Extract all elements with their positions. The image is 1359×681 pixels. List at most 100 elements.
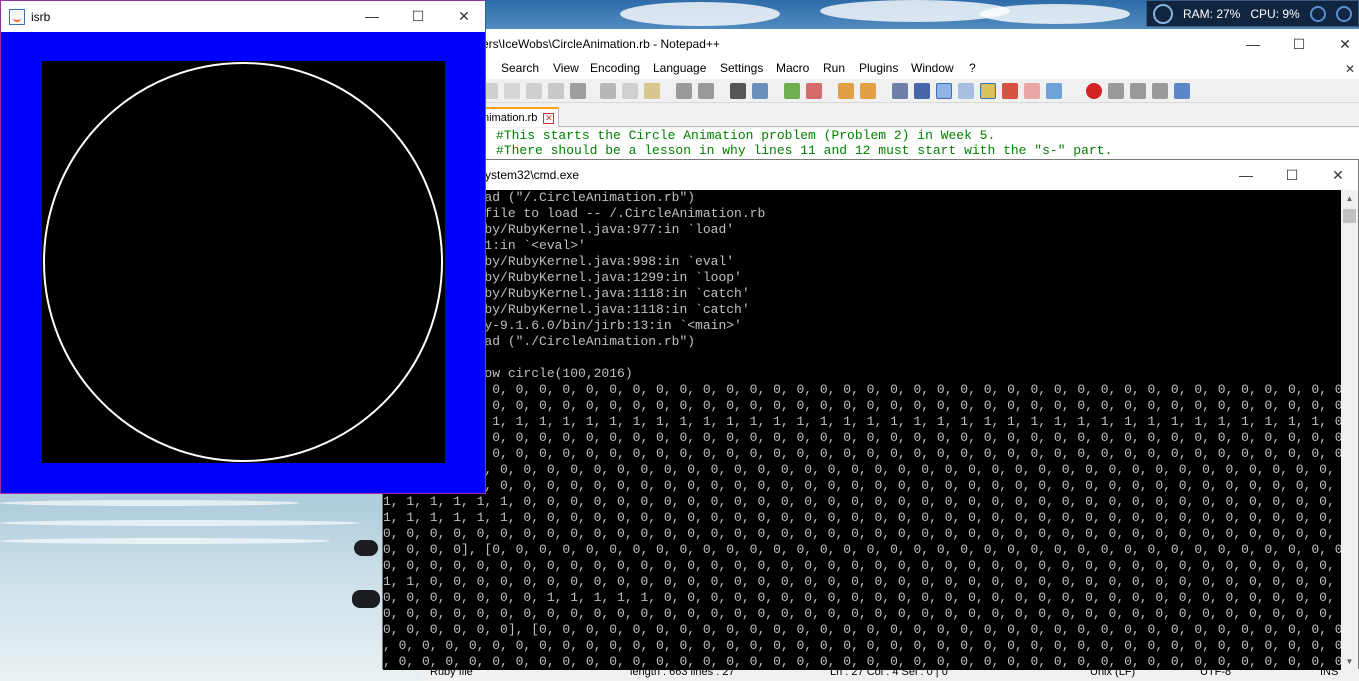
- menu-window[interactable]: Window: [911, 61, 954, 75]
- meter-settings-icon[interactable]: [1309, 5, 1326, 22]
- drawing-canvas: [42, 61, 445, 463]
- folder-workspace-icon[interactable]: [1002, 83, 1018, 99]
- console-line: (isrb):1:in `<eval>': [430, 238, 586, 253]
- isrb-maximize-icon[interactable]: ☐: [395, 1, 441, 31]
- tab-close-icon[interactable]: ✕: [543, 112, 555, 124]
- console-line: org/jruby/RubyKernel.java:998:in `eval': [383, 254, 735, 269]
- zoom-in-icon[interactable]: [784, 83, 800, 99]
- save-macro-icon[interactable]: [1174, 83, 1190, 99]
- menu-settings[interactable]: Settings: [720, 61, 763, 75]
- isrb-minimize-icon[interactable]: —: [349, 1, 395, 31]
- sync-vertical-icon[interactable]: [838, 83, 854, 99]
- document-map-icon[interactable]: [958, 83, 974, 99]
- monitor-icon[interactable]: [1046, 83, 1062, 99]
- word-wrap-icon[interactable]: [892, 83, 908, 99]
- wallpaper-wave: [0, 500, 300, 506]
- npp-toolbar: [420, 79, 1359, 103]
- paste-icon[interactable]: [644, 83, 660, 99]
- isrb-window[interactable]: isrb — ☐ ✕: [0, 0, 486, 494]
- show-all-chars-icon[interactable]: [914, 83, 930, 99]
- menu-plugins[interactable]: Plugins: [859, 61, 898, 75]
- wallpaper-figure: [354, 540, 378, 556]
- copy-icon[interactable]: [622, 83, 638, 99]
- play-macro-icon[interactable]: [1130, 83, 1146, 99]
- menu-view[interactable]: View: [553, 61, 579, 75]
- npp-title: ers\IceWobs\CircleAnimation.rb - Notepad…: [482, 37, 720, 51]
- console-line: 2:0> load ("./CircleAnimation.rb"): [383, 334, 696, 349]
- console-line: 0, 0, 0, 0, 0, 0, 0, 0, 0, 0, 0, 0, 0, 0…: [383, 478, 1341, 493]
- menu-encoding[interactable]: Encoding: [590, 61, 640, 75]
- console-line: 0, 0, 0, 0, 0, 0, 0, 1, 1, 1, 1, 1, 0, 0…: [383, 590, 1335, 605]
- undo-icon[interactable]: [676, 83, 692, 99]
- console-scrollbar[interactable]: ▲ ▼: [1341, 190, 1358, 670]
- console-line: , 0, 0, 0, 0, 0, 0, 0, 0, 0, 0, 0, 0, 0,…: [383, 638, 1341, 653]
- print-icon[interactable]: [570, 83, 586, 99]
- npp-minimize-icon[interactable]: —: [1230, 29, 1276, 59]
- console-line: org/jruby/RubyKernel.java:1118:in `catch…: [383, 302, 750, 317]
- java-icon: [9, 9, 25, 25]
- code-line: #This starts the Circle Animation proble…: [496, 128, 996, 143]
- cmd-minimize-icon[interactable]: —: [1223, 160, 1269, 190]
- indent-guide-icon[interactable]: [936, 83, 952, 99]
- console-line: 1, 1, 1, 1, 1, 1, 0, 0, 0, 0, 0, 0, 0, 0…: [383, 510, 1335, 525]
- console-line: 0, 0, 0, 0, 0, 0, 0, 0, 0, 0, 0, 0, 0, 0…: [383, 606, 1335, 621]
- console-line: C:/jruby-9.1.6.0/bin/jirb:13:in `<main>': [383, 318, 742, 333]
- close-all-icon[interactable]: [504, 83, 520, 99]
- folder-icon[interactable]: [1024, 83, 1040, 99]
- cut-icon[interactable]: [600, 83, 616, 99]
- wallpaper-figure: [352, 590, 380, 608]
- scroll-down-icon[interactable]: ▼: [1341, 653, 1358, 670]
- isrb-close-icon[interactable]: ✕: [441, 1, 487, 31]
- menu-run[interactable]: Run: [823, 61, 845, 75]
- console-line: org/jruby/RubyKernel.java:1118:in `catch…: [383, 286, 750, 301]
- console-line: 0, 0, 0, 0, 0, 0, 0, 0, 0, 0, 0, 0, 0, 0…: [383, 430, 1341, 445]
- menu-help[interactable]: ?: [969, 61, 976, 75]
- tab-circleanimation[interactable]: nimation.rb ✕: [482, 107, 560, 127]
- close-icon[interactable]: [548, 83, 564, 99]
- meter-power-icon[interactable]: [1335, 5, 1352, 22]
- cmd-titlebar[interactable]: ystem32\cmd.exe — ☐ ✕: [383, 160, 1358, 190]
- npp-titlebar[interactable]: ers\IceWobs\CircleAnimation.rb - Notepad…: [420, 29, 1359, 59]
- sync-horizontal-icon[interactable]: [860, 83, 876, 99]
- console-line: 0, 0, 0, 0, 0, 0, 0, 0, 0, 0, 0, 0, 0, 0…: [383, 446, 1341, 461]
- cpu-readout: CPU: 9%: [1250, 6, 1300, 21]
- npp-editor[interactable]: #This starts the Circle Animation proble…: [482, 128, 1359, 160]
- function-list-icon[interactable]: [980, 83, 996, 99]
- console-line: 3:0> show circle(100,2016): [383, 366, 633, 381]
- npp-close-document-icon[interactable]: ✕: [1345, 62, 1355, 76]
- console-output[interactable]: 1:0> load ("/.CircleAnimation.rb") o suc…: [383, 190, 1341, 670]
- redo-icon[interactable]: [698, 83, 714, 99]
- stop-macro-icon[interactable]: [1108, 83, 1124, 99]
- cmd-window[interactable]: ystem32\cmd.exe — ☐ ✕ 1:0> load ("/.Circ…: [382, 159, 1359, 670]
- replace-icon[interactable]: [752, 83, 768, 99]
- console-line: 0, 0, 0, 0, 0, 0, 0, 0, 0, 0, 0, 0, 0, 0…: [383, 398, 1341, 413]
- zoom-out-icon[interactable]: [806, 83, 822, 99]
- tab-label: nimation.rb: [483, 112, 538, 124]
- menu-search[interactable]: Search: [501, 61, 539, 75]
- scroll-thumb[interactable]: [1343, 209, 1356, 223]
- run-macro-multiple-icon[interactable]: [1152, 83, 1168, 99]
- circle-drawing: [43, 62, 443, 462]
- cmd-close-icon[interactable]: ✕: [1315, 160, 1359, 190]
- resource-meter[interactable]: RAM: 27% CPU: 9%: [1146, 0, 1359, 27]
- menu-language[interactable]: Language: [653, 61, 706, 75]
- isrb-titlebar[interactable]: isrb — ☐ ✕: [1, 1, 485, 32]
- console-line: 1, 1, 1, 1, 1, 1, 1, 1, 1, 1, 1, 1, 1, 1…: [383, 414, 1341, 429]
- console-line: 0, 0, 0, 0, 0, 0, 0, 0, 0, 0, 0, 0, 0, 0…: [383, 382, 1341, 397]
- console-line: o such file to load -- /.CircleAnimation…: [383, 206, 766, 221]
- scroll-up-icon[interactable]: ▲: [1341, 190, 1358, 207]
- console-line: , 0, 0, 0, 0, 0, 0, 0, 0, 0, 0, 0, 0, 0,…: [383, 654, 1341, 669]
- menu-macro[interactable]: Macro: [776, 61, 809, 75]
- find-icon[interactable]: [730, 83, 746, 99]
- cmd-maximize-icon[interactable]: ☐: [1269, 160, 1315, 190]
- wallpaper-cloud: [980, 4, 1130, 24]
- npp-close-icon[interactable]: ✕: [1322, 29, 1359, 59]
- record-macro-icon[interactable]: [1086, 83, 1102, 99]
- save-all-icon[interactable]: [526, 83, 542, 99]
- npp-maximize-icon[interactable]: ☐: [1276, 29, 1322, 59]
- console-line: 0, 0, 0, 0, 0, 0, 0, 0, 0, 0, 0, 0, 0, 0…: [383, 462, 1341, 477]
- console-line: org/jruby/RubyKernel.java:977:in `load': [383, 222, 735, 237]
- console-line: 1, 1, 1, 1, 1, 1, 0, 0, 0, 0, 0, 0, 0, 0…: [383, 494, 1335, 509]
- meter-gauge-icon: [1153, 3, 1173, 24]
